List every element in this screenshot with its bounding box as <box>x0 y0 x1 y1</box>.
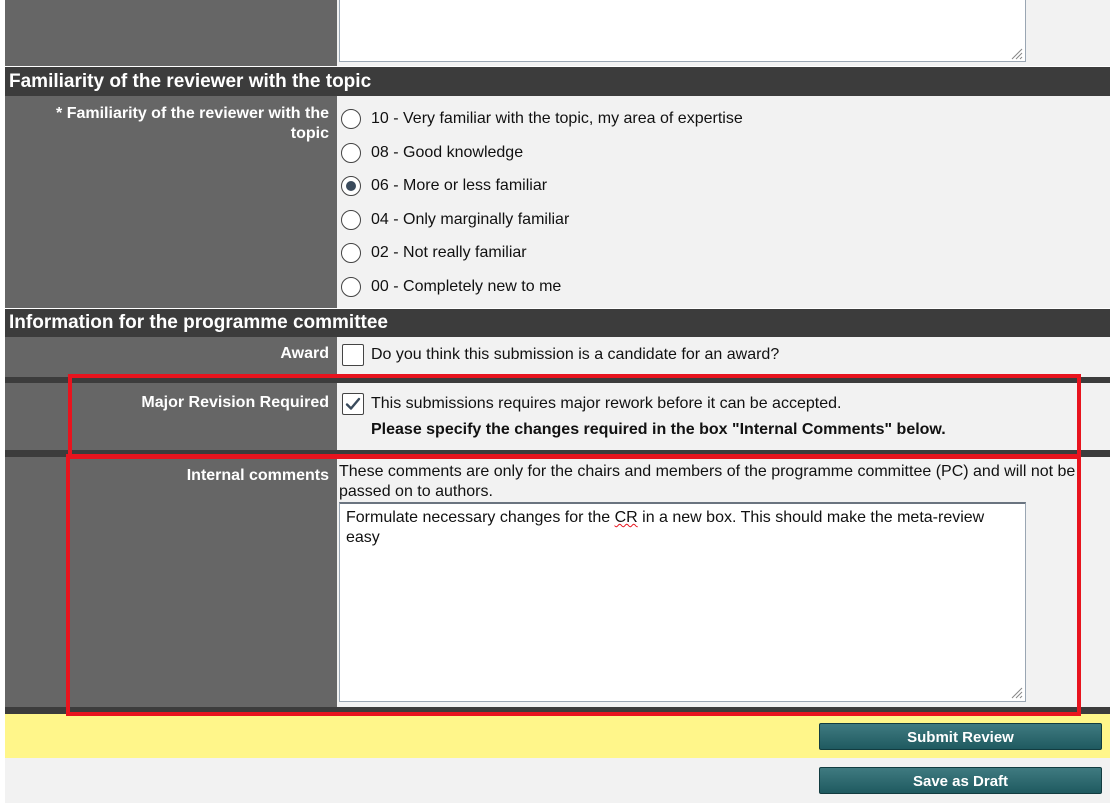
previous-row-label <box>5 0 337 66</box>
radio-label: 10 - Very familiar with the topic, my ar… <box>371 110 743 127</box>
radio-label: 00 - Completely new to me <box>371 278 562 295</box>
textarea-text: Formulate necessary changes for the <box>346 509 615 526</box>
radio-button[interactable] <box>341 143 361 163</box>
submit-review-button[interactable]: Submit Review <box>819 723 1102 750</box>
radio-button-selected[interactable] <box>341 176 361 196</box>
internal-comments-textarea[interactable]: Formulate necessary changes for the CR i… <box>339 502 1026 702</box>
radio-label: 06 - More or less familiar <box>371 177 548 194</box>
radio-label: 02 - Not really familiar <box>371 244 527 261</box>
radio-button[interactable] <box>341 109 361 129</box>
major-revision-checkbox-label: This submissions requires major rework b… <box>371 395 842 412</box>
committee-section-heading: Information for the programme committee <box>5 309 1110 337</box>
radio-label: 08 - Good knowledge <box>371 144 524 161</box>
radio-button[interactable] <box>341 210 361 230</box>
radio-button[interactable] <box>341 277 361 297</box>
radio-option-04[interactable]: 04 - Only marginally familiar <box>341 207 569 233</box>
checkmark-icon <box>345 397 361 410</box>
major-revision-checkbox-row[interactable]: This submissions requires major rework b… <box>342 392 841 416</box>
familiarity-section-heading: Familiarity of the reviewer with the top… <box>5 67 1110 96</box>
radio-option-10[interactable]: 10 - Very familiar with the topic, my ar… <box>341 106 743 132</box>
row-separator <box>5 450 1110 457</box>
award-checkbox[interactable] <box>342 344 364 366</box>
previous-textarea[interactable] <box>339 0 1026 62</box>
radio-option-00[interactable]: 00 - Completely new to me <box>341 274 561 300</box>
award-checkbox-row[interactable]: Do you think this submission is a candid… <box>342 343 779 367</box>
resize-grip-icon[interactable] <box>1011 48 1023 60</box>
radio-option-02[interactable]: 02 - Not really familiar <box>341 240 527 266</box>
save-draft-button[interactable]: Save as Draft <box>819 767 1102 794</box>
internal-comments-label: Internal comments <box>5 457 337 707</box>
major-revision-checkbox[interactable] <box>342 393 364 415</box>
award-checkbox-label: Do you think this submission is a candid… <box>371 346 780 363</box>
radio-option-08[interactable]: 08 - Good knowledge <box>341 140 523 166</box>
major-revision-note: Please specify the changes required in t… <box>371 421 946 438</box>
radio-label: 04 - Only marginally familiar <box>371 211 570 228</box>
row-separator <box>5 707 1110 714</box>
radio-option-06[interactable]: 06 - More or less familiar <box>341 173 547 199</box>
resize-grip-icon[interactable] <box>1011 687 1023 699</box>
radio-selected-dot <box>346 181 356 191</box>
award-label: Award <box>5 337 337 377</box>
major-revision-label: Major Revision Required <box>5 383 337 450</box>
familiarity-label: * Familiarity of the reviewer with the t… <box>5 96 337 308</box>
radio-button[interactable] <box>341 243 361 263</box>
misspelled-word: CR <box>614 509 638 526</box>
internal-comments-description: These comments are only for the chairs a… <box>339 463 1076 500</box>
